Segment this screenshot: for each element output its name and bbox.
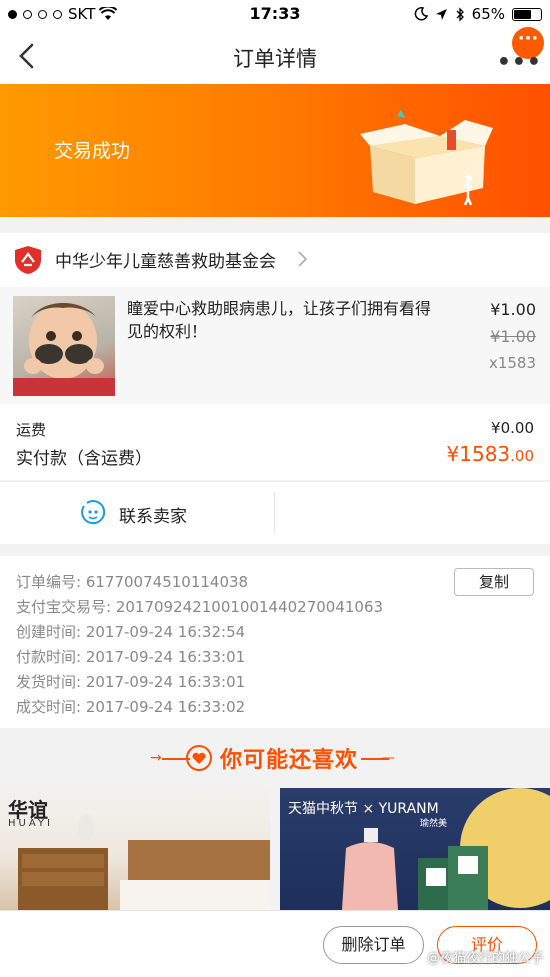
status-icons: 65% (414, 5, 542, 23)
order-number-row: 订单编号: 61770074510114038 (16, 571, 248, 592)
product-quantity: x1583 (488, 354, 536, 372)
battery-percent: 65% (471, 5, 505, 23)
watermark: @夜猫夜行的独公子 (426, 951, 544, 966)
nav-bar: 订单详情 ··· ••• (0, 27, 550, 84)
child-with-glasses-image (13, 303, 115, 396)
gift-box-illustration-icon (360, 110, 493, 206)
product-item[interactable]: 瞳爱中心救助眼病患儿，让孩子们拥有看得见的权利！ ¥1.00 ¥1.00 x15… (0, 287, 550, 404)
bottom-action-bar: 删除订单 评价 @夜猫夜行的独公子 (0, 910, 550, 977)
order-info: 订单编号: 61770074510114038 支付宝交易号: 20170924… (0, 556, 550, 728)
created-time-value: 2017-09-24 16:32:54 (85, 623, 246, 641)
product-price: ¥1.00 (490, 300, 536, 319)
heart-icon (186, 745, 212, 771)
divider (274, 492, 275, 534)
shipped-time-label: 发货时间: (16, 673, 82, 691)
location-icon (435, 8, 447, 20)
left-arrow-decoration: → (150, 750, 162, 766)
paid-amount-integer: ¥1583 (446, 442, 511, 466)
shipping-label: 运费 (16, 421, 47, 439)
page-title: 订单详情 (233, 47, 317, 71)
order-number-label: 订单编号: (16, 573, 82, 591)
shipped-time-row: 发货时间: 2017-09-24 16:33:01 (16, 671, 245, 692)
delete-order-button[interactable]: 删除订单 (323, 926, 424, 964)
paid-amount-decimal: .00 (510, 447, 534, 465)
product-thumbnail (13, 296, 115, 396)
charity-shield-icon (15, 246, 41, 274)
paid-amount-value: ¥1583.00 (447, 442, 534, 466)
chat-face-icon (81, 500, 106, 525)
contact-seller-label: 联系卖家 (119, 507, 187, 527)
paid-amount-label: 实付款（含运费） (16, 449, 152, 469)
completed-time-row: 成交时间: 2017-09-24 16:33:02 (16, 696, 245, 717)
alipay-trade-label: 支付宝交易号: (16, 598, 112, 616)
recommend-item-bed[interactable]: 华谊 HUAYI (0, 788, 270, 910)
shipping-value: ¥0.00 (491, 419, 534, 437)
cosmetics-product-image (342, 828, 488, 910)
alipay-trade-value: 2017092421001001440270041063 (115, 598, 384, 616)
bluetooth-icon (456, 6, 464, 22)
seller-name: 中华少年儿童慈善救助基金会 (55, 252, 276, 272)
completed-time-value: 2017-09-24 16:33:02 (85, 698, 246, 716)
shipped-time-value: 2017-09-24 16:33:01 (85, 673, 246, 691)
paid-time-label: 付款时间: (16, 648, 82, 666)
product-original-price: ¥1.00 (490, 327, 536, 346)
recommend-title: 你可能还喜欢 (220, 748, 359, 773)
order-status-banner: 交易成功 (0, 84, 550, 217)
battery-icon (512, 7, 542, 21)
completed-time-label: 成交时间: (16, 698, 82, 716)
recommend-header: → 你可能还喜欢 — (0, 728, 550, 788)
paid-time-value: 2017-09-24 16:33:01 (85, 648, 246, 666)
seller-row[interactable]: 中华少年儿童慈善救助基金会 (0, 233, 550, 287)
alipay-trade-row: 支付宝交易号: 2017092421001001440270041063 (16, 596, 383, 617)
moon-icon (414, 7, 428, 21)
order-number-value: 61770074510114038 (85, 573, 249, 591)
chevron-right-icon (298, 251, 308, 267)
bedroom-furniture-image (18, 814, 270, 910)
contact-bar: 联系卖家 (0, 481, 550, 544)
more-menu-button[interactable]: ••• (497, 50, 542, 75)
created-time-row: 创建时间: 2017-09-24 16:32:54 (16, 621, 245, 642)
contact-seller-button[interactable]: 联系卖家 (0, 482, 275, 544)
order-status-text: 交易成功 (54, 140, 131, 162)
copy-button[interactable]: 复制 (454, 568, 534, 596)
product-description: 瞳爱中心救助眼病患儿，让孩子们拥有看得见的权利！ (127, 299, 432, 341)
status-bar: SKT 17:33 65% (0, 0, 550, 30)
paid-time-row: 付款时间: 2017-09-24 16:33:01 (16, 646, 245, 667)
order-totals: 运费 ¥0.00 实付款（含运费） ¥1583.00 (0, 404, 550, 480)
right-arrow-decoration: — (381, 750, 395, 766)
recommend-item-cosmetics[interactable]: 天猫中秋节 × YURANM 瑜然美 (280, 788, 550, 910)
created-time-label: 创建时间: (16, 623, 82, 641)
